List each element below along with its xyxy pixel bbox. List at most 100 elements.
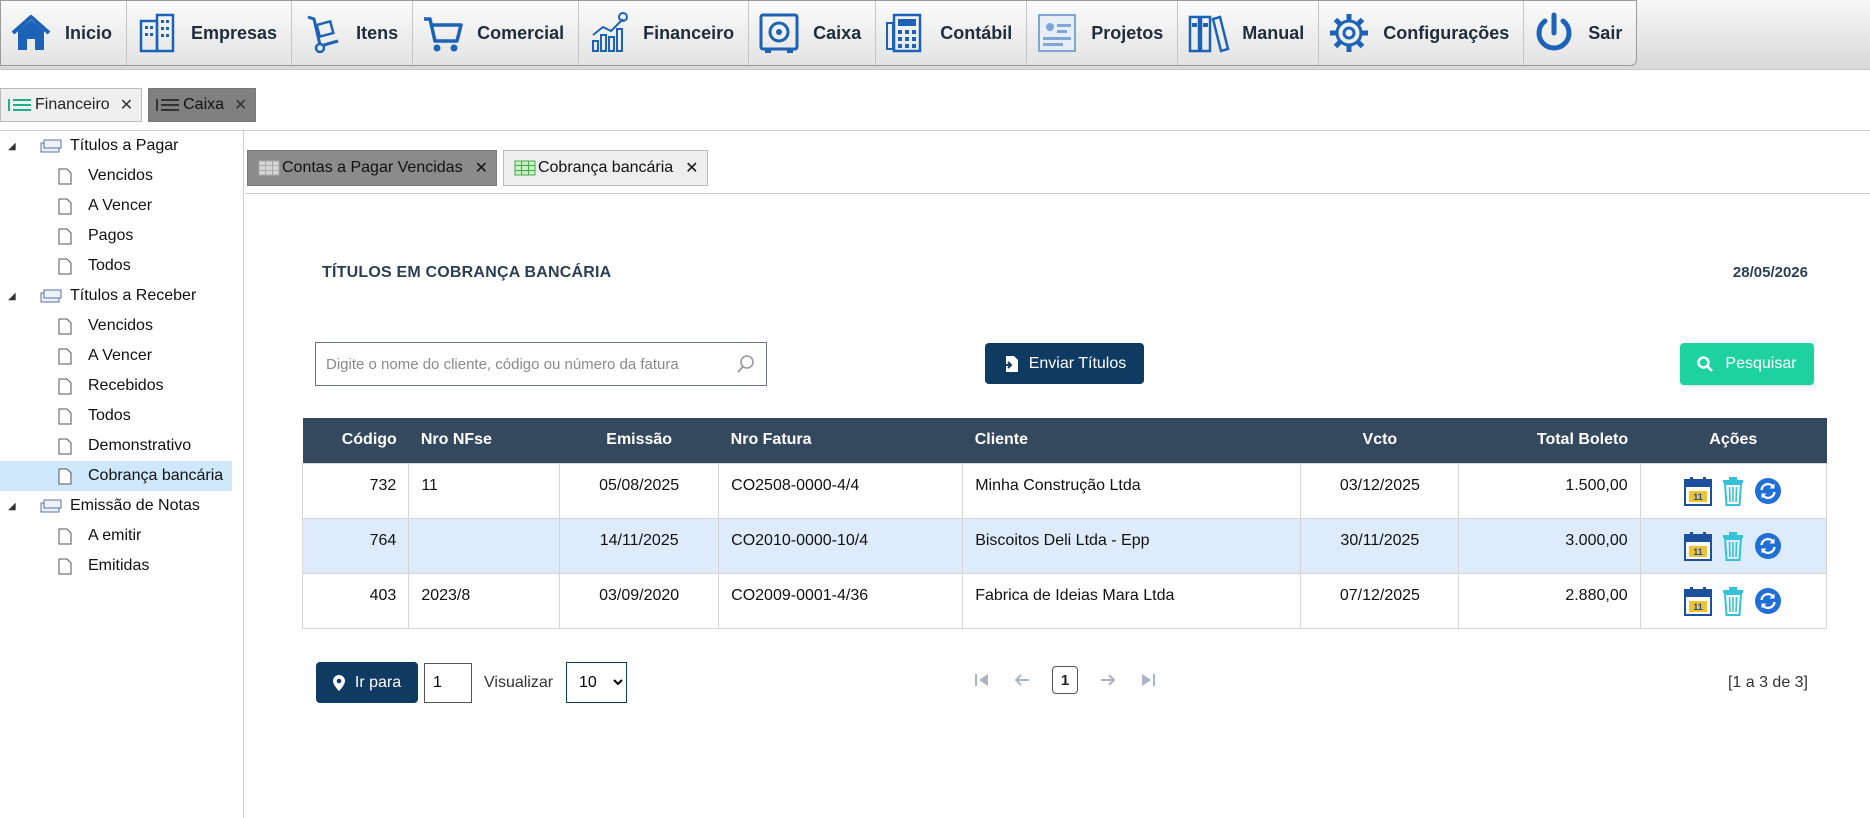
content-tab-cobranca-bancaria[interactable]: Cobrança bancária ✕ (502, 150, 708, 186)
divider (0, 130, 1870, 131)
close-icon[interactable]: ✕ (475, 158, 488, 178)
trash-icon[interactable] (1718, 585, 1748, 617)
menu-item-caixa[interactable]: Caixa (749, 1, 877, 65)
refresh-icon[interactable] (1753, 475, 1783, 507)
tree-item-receber-recebidos[interactable]: Recebidos (0, 371, 243, 401)
column-header-nro-fatura[interactable]: Nro Fatura (718, 418, 963, 463)
column-header-vcto[interactable]: Vcto (1300, 418, 1459, 463)
first-page-icon[interactable] (972, 670, 992, 690)
calendar-icon[interactable]: 11 (1683, 530, 1713, 562)
tree-item-label: Emitidas (88, 557, 150, 574)
search-button[interactable]: Pesquisar (1680, 343, 1814, 385)
menu-item-sair[interactable]: Sair (1524, 1, 1636, 65)
tree-item-label: Vencidos (88, 317, 153, 334)
close-icon[interactable]: ✕ (685, 158, 698, 178)
collapse-triangle-icon[interactable]: ◢ (8, 141, 20, 152)
close-icon[interactable]: ✕ (120, 95, 133, 115)
menu-label: Inicio (65, 22, 113, 43)
cell-total-boleto: 2.880,00 (1458, 572, 1641, 629)
power-icon (1536, 12, 1572, 51)
safe-icon (759, 13, 799, 53)
titles-table: Código Nro NFse Emissão Nro Fatura Clien… (301, 418, 1828, 629)
cell-nro-fatura: CO2009-0001-4/36 (718, 572, 964, 629)
cell-total-boleto: 3.000,00 (1458, 517, 1641, 574)
table-row[interactable]: 403 2023/8 03/09/2020 CO2009-0001-4/36 Fabri… (301, 572, 1828, 629)
column-header-nro-nfse[interactable]: Nro NFse (408, 418, 560, 463)
grid-icon (514, 160, 536, 176)
map-pin-icon (332, 674, 345, 691)
table-row[interactable]: 732 11 05/08/2025 CO2508-0000-4/4 Minha Cons… (301, 462, 1828, 519)
search-box (315, 342, 767, 386)
table-row[interactable]: 764 14/11/2025 CO2010-0000-10/4 Biscoitos D… (301, 517, 1828, 574)
tree-group-emissao-notas[interactable]: ◢ Emissão de Notas (0, 491, 243, 521)
module-tab-financeiro[interactable]: Financeiro ✕ (0, 88, 143, 122)
document-icon (58, 198, 72, 214)
tree-item-pagar-vencidos[interactable]: Vencidos (0, 161, 243, 191)
page-size-select[interactable]: 10 (566, 662, 627, 703)
cell-cliente: Fabrica de Ideias Mara Ltda (962, 572, 1302, 629)
cell-cliente: Biscoitos Deli Ltda - Epp (962, 517, 1302, 574)
trash-icon[interactable] (1718, 530, 1748, 562)
close-icon[interactable]: ✕ (234, 95, 247, 115)
document-icon (58, 168, 72, 184)
tree-group-label: Emissão de Notas (70, 497, 200, 514)
content-tab-label: Cobrança bancária (537, 159, 674, 176)
next-page-icon[interactable] (1098, 670, 1118, 690)
menu-item-empresas[interactable]: Empresas (127, 1, 293, 65)
hand-truck-icon (307, 15, 339, 54)
tree-item-receber-todos[interactable]: Todos (0, 401, 243, 431)
calendar-icon[interactable]: 11 (1683, 475, 1713, 507)
tree-item-receber-vencidos[interactable]: Vencidos (0, 311, 243, 341)
go-to-page-button[interactable]: Ir para (316, 662, 418, 703)
collapse-triangle-icon[interactable]: ◢ (8, 501, 20, 512)
send-titles-button[interactable]: Enviar Títulos (985, 343, 1144, 384)
menu-item-itens[interactable]: Itens (292, 1, 414, 65)
menu-label: Itens (356, 22, 399, 43)
column-header-codigo[interactable]: Código (302, 418, 409, 463)
menu-item-comercial[interactable]: Comercial (413, 1, 580, 65)
tree-item-pagar-a-vencer[interactable]: A Vencer (0, 191, 243, 221)
menu-item-configuracoes[interactable]: Configurações (1319, 1, 1525, 65)
tree-group-titulos-receber[interactable]: ◢ Títulos a Receber (0, 281, 243, 311)
menu-item-contabil[interactable]: Contábil (876, 1, 1028, 65)
file-send-icon (1002, 355, 1018, 372)
refresh-icon[interactable] (1753, 585, 1783, 617)
trash-icon[interactable] (1718, 475, 1748, 507)
module-tab-caixa[interactable]: Caixa ✕ (148, 88, 257, 122)
tree-item-label: A Vencer (88, 347, 153, 364)
column-header-total-boleto[interactable]: Total Boleto (1458, 418, 1641, 463)
module-tab-label: Caixa (183, 96, 225, 113)
tree-item-receber-cobranca-bancaria[interactable]: Cobrança bancária (0, 461, 232, 491)
cell-vcto: 03/12/2025 (1300, 462, 1460, 519)
cell-emissao: 14/11/2025 (559, 517, 720, 574)
tree-item-receber-a-vencer[interactable]: A Vencer (0, 341, 243, 371)
search-input[interactable] (326, 355, 736, 373)
last-page-icon[interactable] (1138, 670, 1158, 690)
calendar-icon[interactable]: 11 (1683, 585, 1713, 617)
column-header-emissao[interactable]: Emissão (559, 418, 719, 463)
menu-item-financeiro[interactable]: Financeiro (579, 1, 750, 65)
menu-label: Contábil (940, 22, 1013, 43)
search-icon[interactable] (736, 354, 756, 374)
page-date: 28/05/2026 (1732, 264, 1808, 281)
tree-item-notas-a-emitir[interactable]: A emitir (0, 521, 243, 551)
tree-item-label: Todos (88, 407, 131, 424)
page-number-current[interactable]: 1 (1052, 666, 1078, 694)
tree-item-receber-demonstrativo[interactable]: Demonstrativo (0, 431, 243, 461)
binders-icon (1189, 15, 1230, 53)
menu-item-projetos[interactable]: Projetos (1027, 1, 1179, 65)
menu-item-inicio[interactable]: Inicio (1, 1, 128, 65)
pagination-controls: 1 (972, 666, 1158, 694)
column-header-cliente[interactable]: Cliente (962, 418, 1301, 463)
page-number-input[interactable] (424, 663, 472, 703)
menu-item-manual[interactable]: Manual (1178, 1, 1320, 65)
tree-item-notas-emitidas[interactable]: Emitidas (0, 551, 243, 581)
refresh-icon[interactable] (1753, 530, 1783, 562)
collapse-triangle-icon[interactable]: ◢ (8, 291, 20, 302)
tree-group-titulos-pagar[interactable]: ◢ Títulos a Pagar (0, 131, 243, 161)
content-tab-contas-pagar-vencidas[interactable]: Contas a Pagar Vencidas ✕ (247, 150, 497, 186)
tree-item-pagar-todos[interactable]: Todos (0, 251, 243, 281)
main-menu: Inicio Empresas Itens Comercial Financei… (0, 0, 1638, 66)
tree-item-pagar-pagos[interactable]: Pagos (0, 221, 243, 251)
previous-page-icon[interactable] (1012, 670, 1032, 690)
